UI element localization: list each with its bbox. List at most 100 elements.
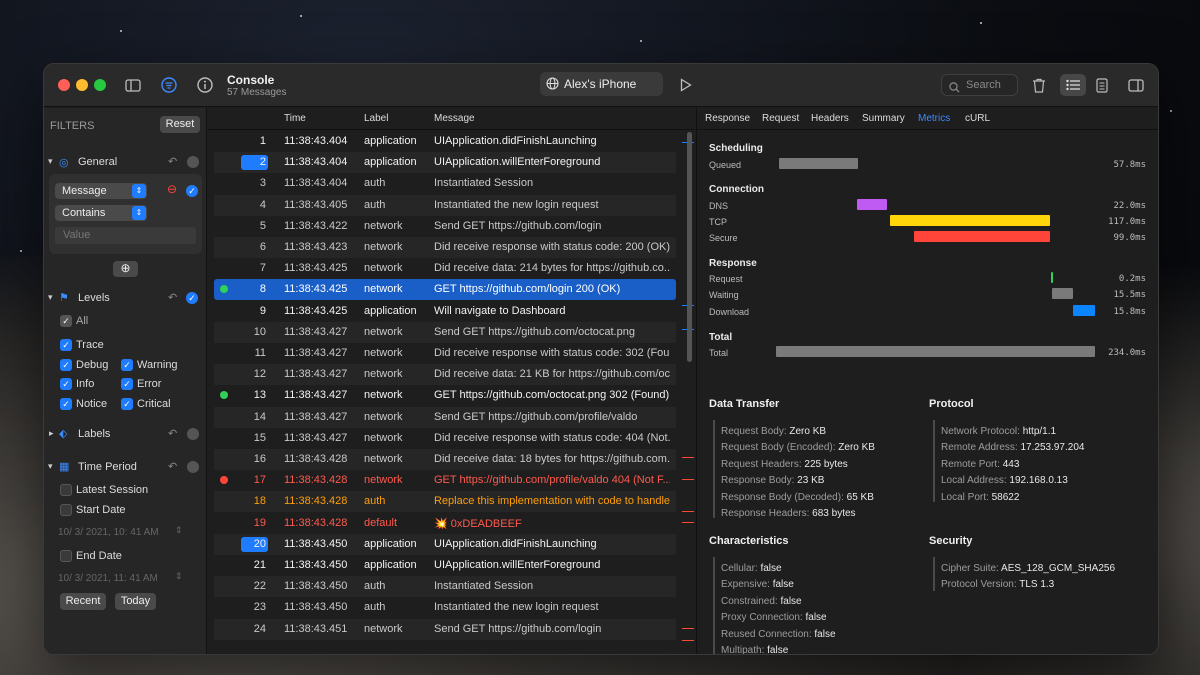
table-row[interactable]: 19 11:38:43.428 default 💥 0xDEADBEEF	[214, 513, 676, 534]
tab-response[interactable]: Response	[705, 113, 750, 124]
status-dot	[220, 476, 228, 485]
kv-value: AES_128_GCM_SHA256	[1001, 563, 1116, 574]
undo-icon[interactable]: ↶	[168, 460, 177, 473]
tab-metrics[interactable]: Metrics	[918, 113, 950, 124]
start-date-picker[interactable]: 10/ 3/ 2021, 10: 41 AM	[58, 527, 159, 538]
table-scrollbar[interactable]	[687, 132, 692, 362]
latest-session-checkbox[interactable]	[60, 484, 72, 496]
table-row[interactable]: 17 11:38:43.428 network GET https://github.…	[214, 470, 676, 491]
table-row[interactable]: 24 11:38:43.451 network Send GET https://gi…	[214, 618, 676, 640]
row-message: Did receive response with status code: 4…	[434, 431, 670, 444]
table-row[interactable]: 7 11:38:43.425 network Did receive data: 21…	[214, 258, 676, 279]
enable-general-checkbox[interactable]	[187, 156, 199, 168]
device-selector[interactable]: Alex's iPhone	[540, 72, 663, 96]
label-column-header[interactable]: Label	[364, 113, 388, 124]
chevron-right-icon[interactable]: ▸	[49, 428, 54, 439]
table-row[interactable]: 3 11:38:43.404 auth Instantiated Session	[214, 173, 676, 194]
table-row[interactable]: 14 11:38:43.427 network Send GET https://gi…	[214, 406, 676, 428]
reset-button[interactable]: Reset	[160, 116, 200, 133]
tab-headers[interactable]: Headers	[811, 113, 849, 124]
table-row[interactable]: 20 11:38:43.450 application UIApplication.d…	[214, 533, 676, 555]
table-row[interactable]: 10 11:38:43.427 network Send GET https://gi…	[214, 321, 676, 343]
notice-checkbox[interactable]: ✓	[60, 398, 72, 410]
chevron-down-icon[interactable]: ▾	[48, 156, 53, 167]
section-divider	[713, 420, 715, 518]
table-row[interactable]: 9 11:38:43.425 application Will navigate to…	[214, 301, 676, 322]
time-column-header[interactable]: Time	[284, 113, 306, 124]
table-row[interactable]: 13 11:38:43.427 network GET https://github.…	[214, 385, 676, 406]
table-row[interactable]: 1 11:38:43.404 application UIApplication.di…	[214, 131, 676, 152]
end-date-checkbox[interactable]	[60, 550, 72, 562]
minimize-window-button[interactable]	[76, 79, 88, 91]
kv-value: http/1.1	[1022, 426, 1057, 437]
table-row[interactable]: 12 11:38:43.427 network Did receive data: 2…	[214, 364, 676, 386]
message-column-header[interactable]: Message	[434, 113, 475, 124]
chevron-updown-icon: ⇕	[132, 206, 146, 220]
recent-button[interactable]: Recent	[60, 593, 106, 610]
trash-icon[interactable]	[1027, 74, 1051, 96]
kv-value: 17.253.97.204	[1020, 442, 1085, 454]
row-time: 11:38:43.427	[284, 325, 348, 338]
end-date-label: End Date	[76, 550, 122, 562]
enable-filter-checkbox[interactable]: ✓	[186, 185, 198, 197]
row-time: 11:38:43.428	[284, 495, 348, 508]
table-row[interactable]: 15 11:38:43.427 network Did receive respons…	[214, 428, 676, 449]
trace-checkbox[interactable]: ✓	[60, 339, 72, 351]
start-date-checkbox[interactable]	[60, 504, 72, 516]
tab-request[interactable]: Request	[762, 113, 799, 124]
undo-icon[interactable]: ↶	[168, 291, 177, 304]
table-row[interactable]: 18 11:38:43.428 auth Replace this implement…	[214, 491, 676, 513]
inspector-toggle-icon[interactable]	[1124, 74, 1148, 96]
undo-icon[interactable]: ↶	[168, 155, 177, 168]
stepper-icon[interactable]: ⇕	[175, 525, 183, 536]
zoom-window-button[interactable]	[94, 79, 106, 91]
filter-icon[interactable]	[157, 74, 181, 96]
chevron-down-icon[interactable]: ▾	[48, 461, 53, 472]
all-levels-checkbox[interactable]: ✓	[60, 315, 72, 327]
operator-select[interactable]: Contains ⇕	[55, 205, 147, 221]
enable-levels-checkbox[interactable]: ✓	[186, 292, 198, 304]
document-view-icon[interactable]	[1090, 74, 1114, 96]
info-icon[interactable]	[193, 74, 217, 96]
today-button[interactable]: Today	[115, 593, 156, 610]
field-select[interactable]: Message ⇕	[55, 183, 147, 199]
stepper-icon[interactable]: ⇕	[175, 571, 183, 582]
close-window-button[interactable]	[58, 79, 70, 91]
chevron-updown-icon: ⇕	[132, 184, 146, 198]
table-row[interactable]: 16 11:38:43.428 network Did receive data: 1…	[214, 449, 676, 470]
table-row[interactable]: 21 11:38:43.450 application UIApplication.w…	[214, 555, 676, 576]
play-icon[interactable]	[674, 74, 698, 96]
value-field[interactable]: Value	[55, 227, 196, 244]
table-row[interactable]: 5 11:38:43.422 network Send GET https://git…	[214, 216, 676, 237]
row-message: Did receive data: 21 KB for https://gith…	[434, 368, 670, 381]
star	[1170, 110, 1172, 112]
warning-checkbox[interactable]: ✓	[121, 359, 133, 371]
enable-time-checkbox[interactable]	[187, 461, 199, 473]
debug-checkbox[interactable]: ✓	[60, 359, 72, 371]
end-date-picker[interactable]: 10/ 3/ 2021, 11: 41 AM	[58, 573, 158, 584]
table-row[interactable]: 11 11:38:43.427 network Did receive respons…	[214, 343, 676, 364]
table-row[interactable]: 8 11:38:43.425 network GET https://github.c…	[214, 279, 676, 301]
enable-labels-checkbox[interactable]	[187, 428, 199, 440]
star	[120, 30, 122, 32]
error-checkbox[interactable]: ✓	[121, 378, 133, 390]
table-row[interactable]: 2 11:38:43.404 application UIApplication.wi…	[214, 152, 676, 174]
tab-curl[interactable]: cURL	[965, 113, 990, 124]
remove-filter-icon[interactable]: ⊖	[167, 182, 177, 196]
chevron-down-icon[interactable]: ▾	[48, 292, 53, 303]
list-view-icon[interactable]	[1060, 74, 1086, 96]
sidebar-toggle-icon[interactable]	[121, 74, 145, 96]
undo-icon[interactable]: ↶	[168, 427, 177, 440]
row-time: 11:38:43.425	[284, 262, 348, 275]
critical-checkbox[interactable]: ✓	[121, 398, 133, 410]
kv-value: TLS 1.3	[1019, 579, 1055, 591]
add-filter-button[interactable]: ⊕	[113, 261, 138, 277]
table-row[interactable]: 6 11:38:43.423 network Did receive response…	[214, 237, 676, 258]
table-row[interactable]: 23 11:38:43.450 auth Instantiated the new l…	[214, 597, 676, 618]
row-message: Will navigate to Dashboard	[434, 304, 566, 317]
table-row[interactable]: 22 11:38:43.450 auth Instantiated Session	[214, 576, 676, 598]
tab-summary[interactable]: Summary	[862, 113, 905, 124]
table-row[interactable]: 4 11:38:43.405 auth Instantiated the new lo…	[214, 194, 676, 216]
kv-key: Remote Address:	[941, 442, 1018, 454]
info-checkbox[interactable]: ✓	[60, 378, 72, 390]
